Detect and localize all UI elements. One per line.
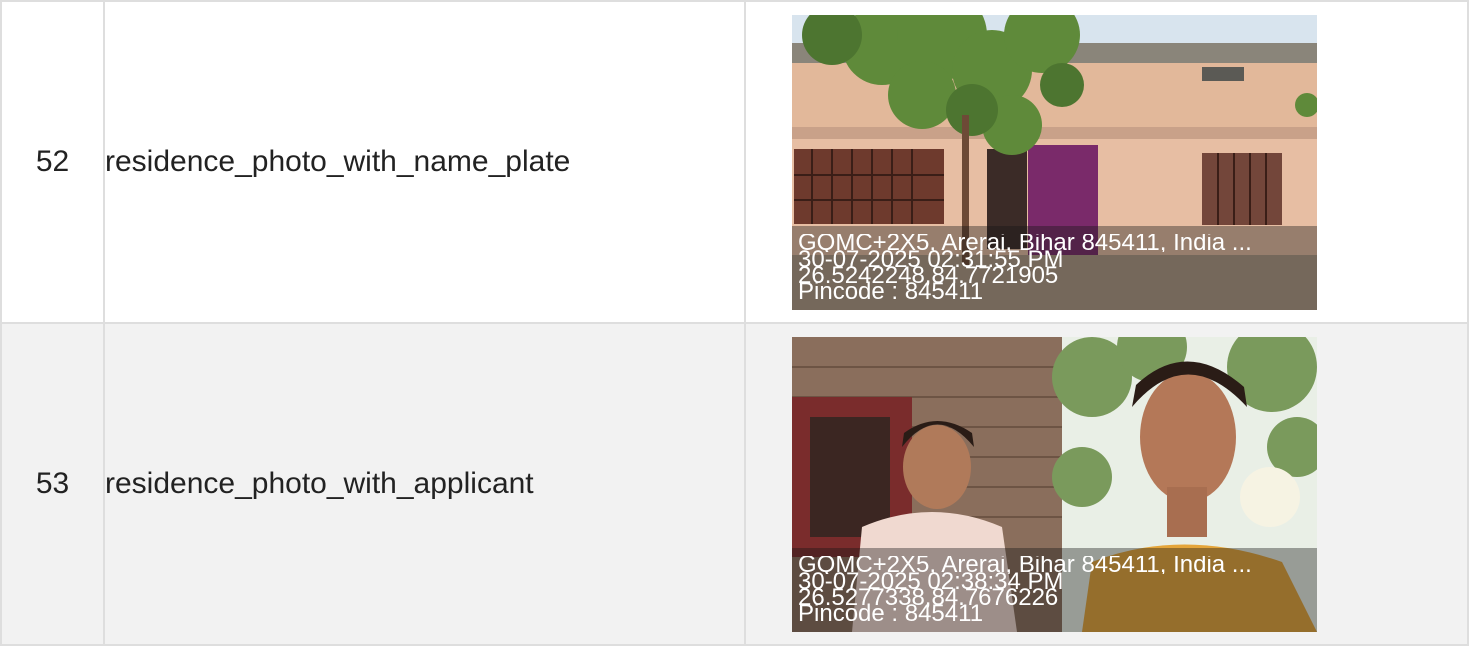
- applicant-photo[interactable]: GQMC+2X5, Arerai, Bihar 845411, India ..…: [792, 336, 1317, 632]
- verification-table: 52 residence_photo_with_name_plate GQMC+…: [0, 0, 1469, 646]
- photo-cell: GQMC+2X5, Arerai, Bihar 845411, India ..…: [744, 322, 1469, 646]
- table-row: 53 residence_photo_with_applicant GQMC+2…: [0, 322, 1469, 646]
- field-name: residence_photo_with_name_plate: [103, 0, 746, 324]
- photo-geotag-overlay: GQMC+2X5, Arerai, Bihar 845411, India ..…: [792, 225, 1317, 310]
- row-number: 53: [0, 322, 105, 646]
- residence-photo[interactable]: GQMC+2X5, Arerai, Bihar 845411, India ..…: [792, 14, 1317, 310]
- field-name: residence_photo_with_applicant: [103, 322, 746, 646]
- photo-geotag-overlay: GQMC+2X5, Arerai, Bihar 845411, India ..…: [792, 547, 1317, 632]
- row-number: 52: [0, 0, 105, 324]
- table-row: 52 residence_photo_with_name_plate GQMC+…: [0, 0, 1469, 324]
- photo-cell: GQMC+2X5, Arerai, Bihar 845411, India ..…: [744, 0, 1469, 324]
